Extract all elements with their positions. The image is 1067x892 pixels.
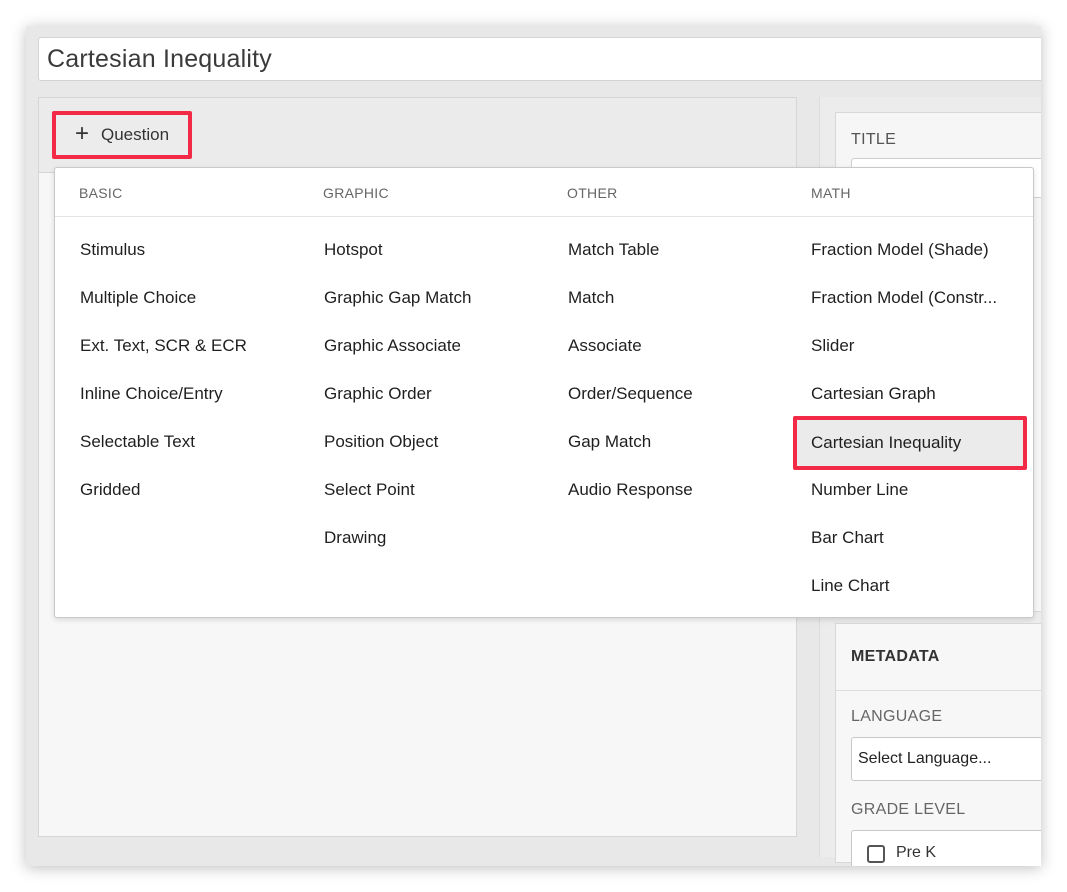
menu-header-other: OTHER (567, 185, 618, 201)
menu-item[interactable]: Slider (811, 336, 854, 356)
menu-item[interactable]: Selectable Text (80, 432, 195, 452)
menu-item[interactable]: Position Object (324, 432, 438, 452)
menu-item[interactable]: Bar Chart (811, 528, 884, 548)
menu-item-selected[interactable]: Cartesian Inequality (793, 416, 1027, 470)
menu-item[interactable]: Ext. Text, SCR & ECR (80, 336, 247, 356)
item-title-text: Cartesian Inequality (47, 44, 272, 73)
grade-prek-checkbox[interactable] (867, 845, 885, 863)
menu-item-selected-label: Cartesian Inequality (811, 433, 962, 452)
menu-item[interactable]: Fraction Model (Shade) (811, 240, 989, 260)
menu-item[interactable]: Fraction Model (Constr... (811, 288, 997, 308)
question-type-menu: BASIC GRAPHIC OTHER MATH Stimulus Multip… (54, 167, 1034, 618)
menu-item[interactable]: Drawing (324, 528, 386, 548)
menu-item[interactable]: Graphic Associate (324, 336, 461, 356)
menu-item[interactable]: Gridded (80, 480, 140, 500)
add-question-button[interactable]: + Question (52, 111, 192, 159)
menu-item[interactable]: Number Line (811, 480, 908, 500)
menu-header-basic: BASIC (79, 185, 123, 201)
menu-header-math: MATH (811, 185, 851, 201)
menu-item[interactable]: Match Table (568, 240, 659, 260)
menu-item[interactable]: Graphic Order (324, 384, 432, 404)
add-question-label: Question (100, 125, 170, 144)
language-select-value: Select Language... (858, 750, 992, 767)
language-label: LANGUAGE (851, 708, 943, 725)
menu-headers: BASIC GRAPHIC OTHER MATH (55, 168, 1033, 217)
item-title-input[interactable]: Cartesian Inequality (38, 37, 1041, 81)
menu-item[interactable]: Line Chart (811, 576, 889, 596)
language-select[interactable]: Select Language... (851, 737, 1041, 781)
menu-item[interactable]: Order/Sequence (568, 384, 693, 404)
menu-item[interactable]: Stimulus (80, 240, 145, 260)
menu-item[interactable]: Cartesian Graph (811, 384, 936, 404)
plus-icon: + (74, 119, 89, 147)
metadata-heading: METADATA (836, 624, 1041, 691)
menu-item[interactable]: Select Point (324, 480, 415, 500)
menu-header-graphic: GRAPHIC (323, 185, 389, 201)
grade-level-list: Pre K (851, 830, 1041, 866)
menu-item[interactable]: Hotspot (324, 240, 383, 260)
menu-item[interactable]: Gap Match (568, 432, 651, 452)
menu-item[interactable]: Graphic Gap Match (324, 288, 471, 308)
title-label: TITLE (851, 131, 897, 148)
grade-level-label: GRADE LEVEL (851, 801, 966, 818)
menu-item[interactable]: Associate (568, 336, 642, 356)
menu-item[interactable]: Match (568, 288, 614, 308)
menu-item[interactable]: Multiple Choice (80, 288, 196, 308)
menu-item[interactable]: Audio Response (568, 480, 693, 500)
editor-window: Cartesian Inequality + Question TITLE ME… (26, 26, 1041, 866)
grade-prek-label: Pre K (896, 844, 937, 861)
metadata-card: METADATA LANGUAGE Select Language... GRA… (835, 623, 1041, 866)
menu-item[interactable]: Inline Choice/Entry (80, 384, 223, 404)
